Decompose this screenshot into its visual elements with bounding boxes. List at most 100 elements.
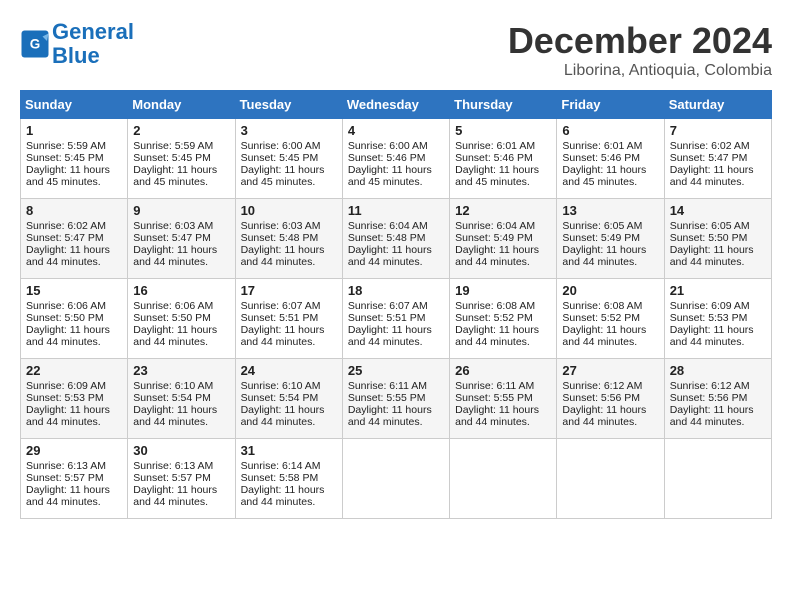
calendar-week: 15Sunrise: 6:06 AMSunset: 5:50 PMDayligh…	[21, 279, 772, 359]
day-detail: Sunrise: 6:01 AM	[562, 140, 658, 152]
day-detail: Sunset: 5:45 PM	[241, 152, 337, 164]
day-detail: Sunset: 5:48 PM	[348, 232, 444, 244]
day-number: 20	[562, 283, 658, 298]
day-detail: Sunrise: 6:06 AM	[26, 300, 122, 312]
day-detail: and 44 minutes.	[348, 336, 444, 348]
empty-cell	[450, 439, 557, 519]
day-detail: Daylight: 11 hours	[241, 164, 337, 176]
day-detail: Sunset: 5:55 PM	[455, 392, 551, 404]
month-title: December 2024	[508, 20, 772, 62]
day-number: 15	[26, 283, 122, 298]
day-detail: Sunrise: 6:13 AM	[133, 460, 229, 472]
day-detail: Sunset: 5:56 PM	[562, 392, 658, 404]
calendar-week: 1Sunrise: 5:59 AMSunset: 5:45 PMDaylight…	[21, 119, 772, 199]
day-detail: Daylight: 11 hours	[133, 324, 229, 336]
day-number: 27	[562, 363, 658, 378]
day-detail: Daylight: 11 hours	[241, 244, 337, 256]
day-detail: and 44 minutes.	[455, 256, 551, 268]
day-detail: Daylight: 11 hours	[133, 244, 229, 256]
day-number: 31	[241, 443, 337, 458]
day-detail: and 44 minutes.	[133, 496, 229, 508]
day-detail: Sunrise: 6:11 AM	[455, 380, 551, 392]
page-header: G General Blue December 2024 Liborina, A…	[20, 20, 772, 80]
weekday-header: Tuesday	[235, 91, 342, 119]
day-number: 1	[26, 123, 122, 138]
day-detail: Sunrise: 6:04 AM	[348, 220, 444, 232]
calendar-day: 3 Sunrise: 6:00 AMSunset: 5:45 PMDaylight…	[235, 119, 342, 199]
day-detail: Sunrise: 6:00 AM	[241, 140, 337, 152]
day-detail: Sunset: 5:57 PM	[133, 472, 229, 484]
day-detail: Sunrise: 6:10 AM	[241, 380, 337, 392]
day-detail: Sunset: 5:47 PM	[133, 232, 229, 244]
day-detail: Sunrise: 6:04 AM	[455, 220, 551, 232]
day-detail: Daylight: 11 hours	[241, 324, 337, 336]
logo-text: General Blue	[52, 20, 134, 68]
day-detail: and 45 minutes.	[562, 176, 658, 188]
calendar-day: 31Sunrise: 6:14 AMSunset: 5:58 PMDayligh…	[235, 439, 342, 519]
day-detail: Sunrise: 6:12 AM	[562, 380, 658, 392]
empty-cell	[557, 439, 664, 519]
day-number: 5	[455, 123, 551, 138]
day-number: 24	[241, 363, 337, 378]
day-detail: Daylight: 11 hours	[26, 484, 122, 496]
day-detail: Sunset: 5:52 PM	[562, 312, 658, 324]
empty-cell	[342, 439, 449, 519]
day-detail: and 44 minutes.	[670, 176, 766, 188]
day-detail: and 45 minutes.	[26, 176, 122, 188]
calendar-day: 17Sunrise: 6:07 AMSunset: 5:51 PMDayligh…	[235, 279, 342, 359]
day-detail: and 44 minutes.	[26, 416, 122, 428]
day-number: 3	[241, 123, 337, 138]
calendar-day: 13Sunrise: 6:05 AMSunset: 5:49 PMDayligh…	[557, 199, 664, 279]
day-detail: Sunrise: 6:06 AM	[133, 300, 229, 312]
day-detail: Sunset: 5:48 PM	[241, 232, 337, 244]
day-detail: Sunset: 5:57 PM	[26, 472, 122, 484]
day-detail: and 44 minutes.	[562, 336, 658, 348]
empty-cell	[664, 439, 771, 519]
day-detail: Daylight: 11 hours	[562, 164, 658, 176]
day-detail: and 44 minutes.	[241, 336, 337, 348]
calendar-day: 2Sunrise: 5:59 AMSunset: 5:45 PMDaylight…	[128, 119, 235, 199]
day-detail: Sunrise: 6:07 AM	[241, 300, 337, 312]
calendar-day: 14Sunrise: 6:05 AMSunset: 5:50 PMDayligh…	[664, 199, 771, 279]
calendar-day: 25Sunrise: 6:11 AMSunset: 5:55 PMDayligh…	[342, 359, 449, 439]
day-number: 10	[241, 203, 337, 218]
weekday-header: Friday	[557, 91, 664, 119]
day-detail: and 45 minutes.	[241, 176, 337, 188]
day-detail: Daylight: 11 hours	[670, 164, 766, 176]
day-detail: Sunset: 5:45 PM	[26, 152, 122, 164]
day-detail: Sunset: 5:53 PM	[26, 392, 122, 404]
day-number: 8	[26, 203, 122, 218]
day-detail: and 44 minutes.	[562, 256, 658, 268]
day-detail: and 44 minutes.	[348, 256, 444, 268]
day-detail: Sunrise: 6:02 AM	[670, 140, 766, 152]
day-number: 9	[133, 203, 229, 218]
day-detail: Sunrise: 6:01 AM	[455, 140, 551, 152]
day-detail: and 44 minutes.	[26, 496, 122, 508]
day-detail: and 44 minutes.	[455, 416, 551, 428]
calendar-day: 15Sunrise: 6:06 AMSunset: 5:50 PMDayligh…	[21, 279, 128, 359]
day-detail: and 44 minutes.	[26, 336, 122, 348]
day-number: 18	[348, 283, 444, 298]
logo-icon: G	[20, 29, 50, 59]
day-detail: Sunset: 5:54 PM	[241, 392, 337, 404]
day-detail: and 44 minutes.	[455, 336, 551, 348]
day-detail: and 44 minutes.	[562, 416, 658, 428]
day-detail: Daylight: 11 hours	[670, 244, 766, 256]
day-detail: Sunrise: 6:13 AM	[26, 460, 122, 472]
day-detail: and 44 minutes.	[670, 336, 766, 348]
day-number: 29	[26, 443, 122, 458]
day-detail: Sunset: 5:55 PM	[348, 392, 444, 404]
day-detail: Sunrise: 6:14 AM	[241, 460, 337, 472]
day-detail: Sunset: 5:51 PM	[348, 312, 444, 324]
day-number: 21	[670, 283, 766, 298]
day-detail: Sunrise: 6:05 AM	[562, 220, 658, 232]
day-detail: Sunrise: 6:10 AM	[133, 380, 229, 392]
calendar-week: 8Sunrise: 6:02 AMSunset: 5:47 PMDaylight…	[21, 199, 772, 279]
calendar-day: 28Sunrise: 6:12 AMSunset: 5:56 PMDayligh…	[664, 359, 771, 439]
day-number: 2	[133, 123, 229, 138]
day-detail: Daylight: 11 hours	[348, 164, 444, 176]
day-detail: Daylight: 11 hours	[26, 244, 122, 256]
day-detail: Sunset: 5:46 PM	[348, 152, 444, 164]
day-detail: Sunrise: 5:59 AM	[133, 140, 229, 152]
day-detail: Sunrise: 6:08 AM	[455, 300, 551, 312]
